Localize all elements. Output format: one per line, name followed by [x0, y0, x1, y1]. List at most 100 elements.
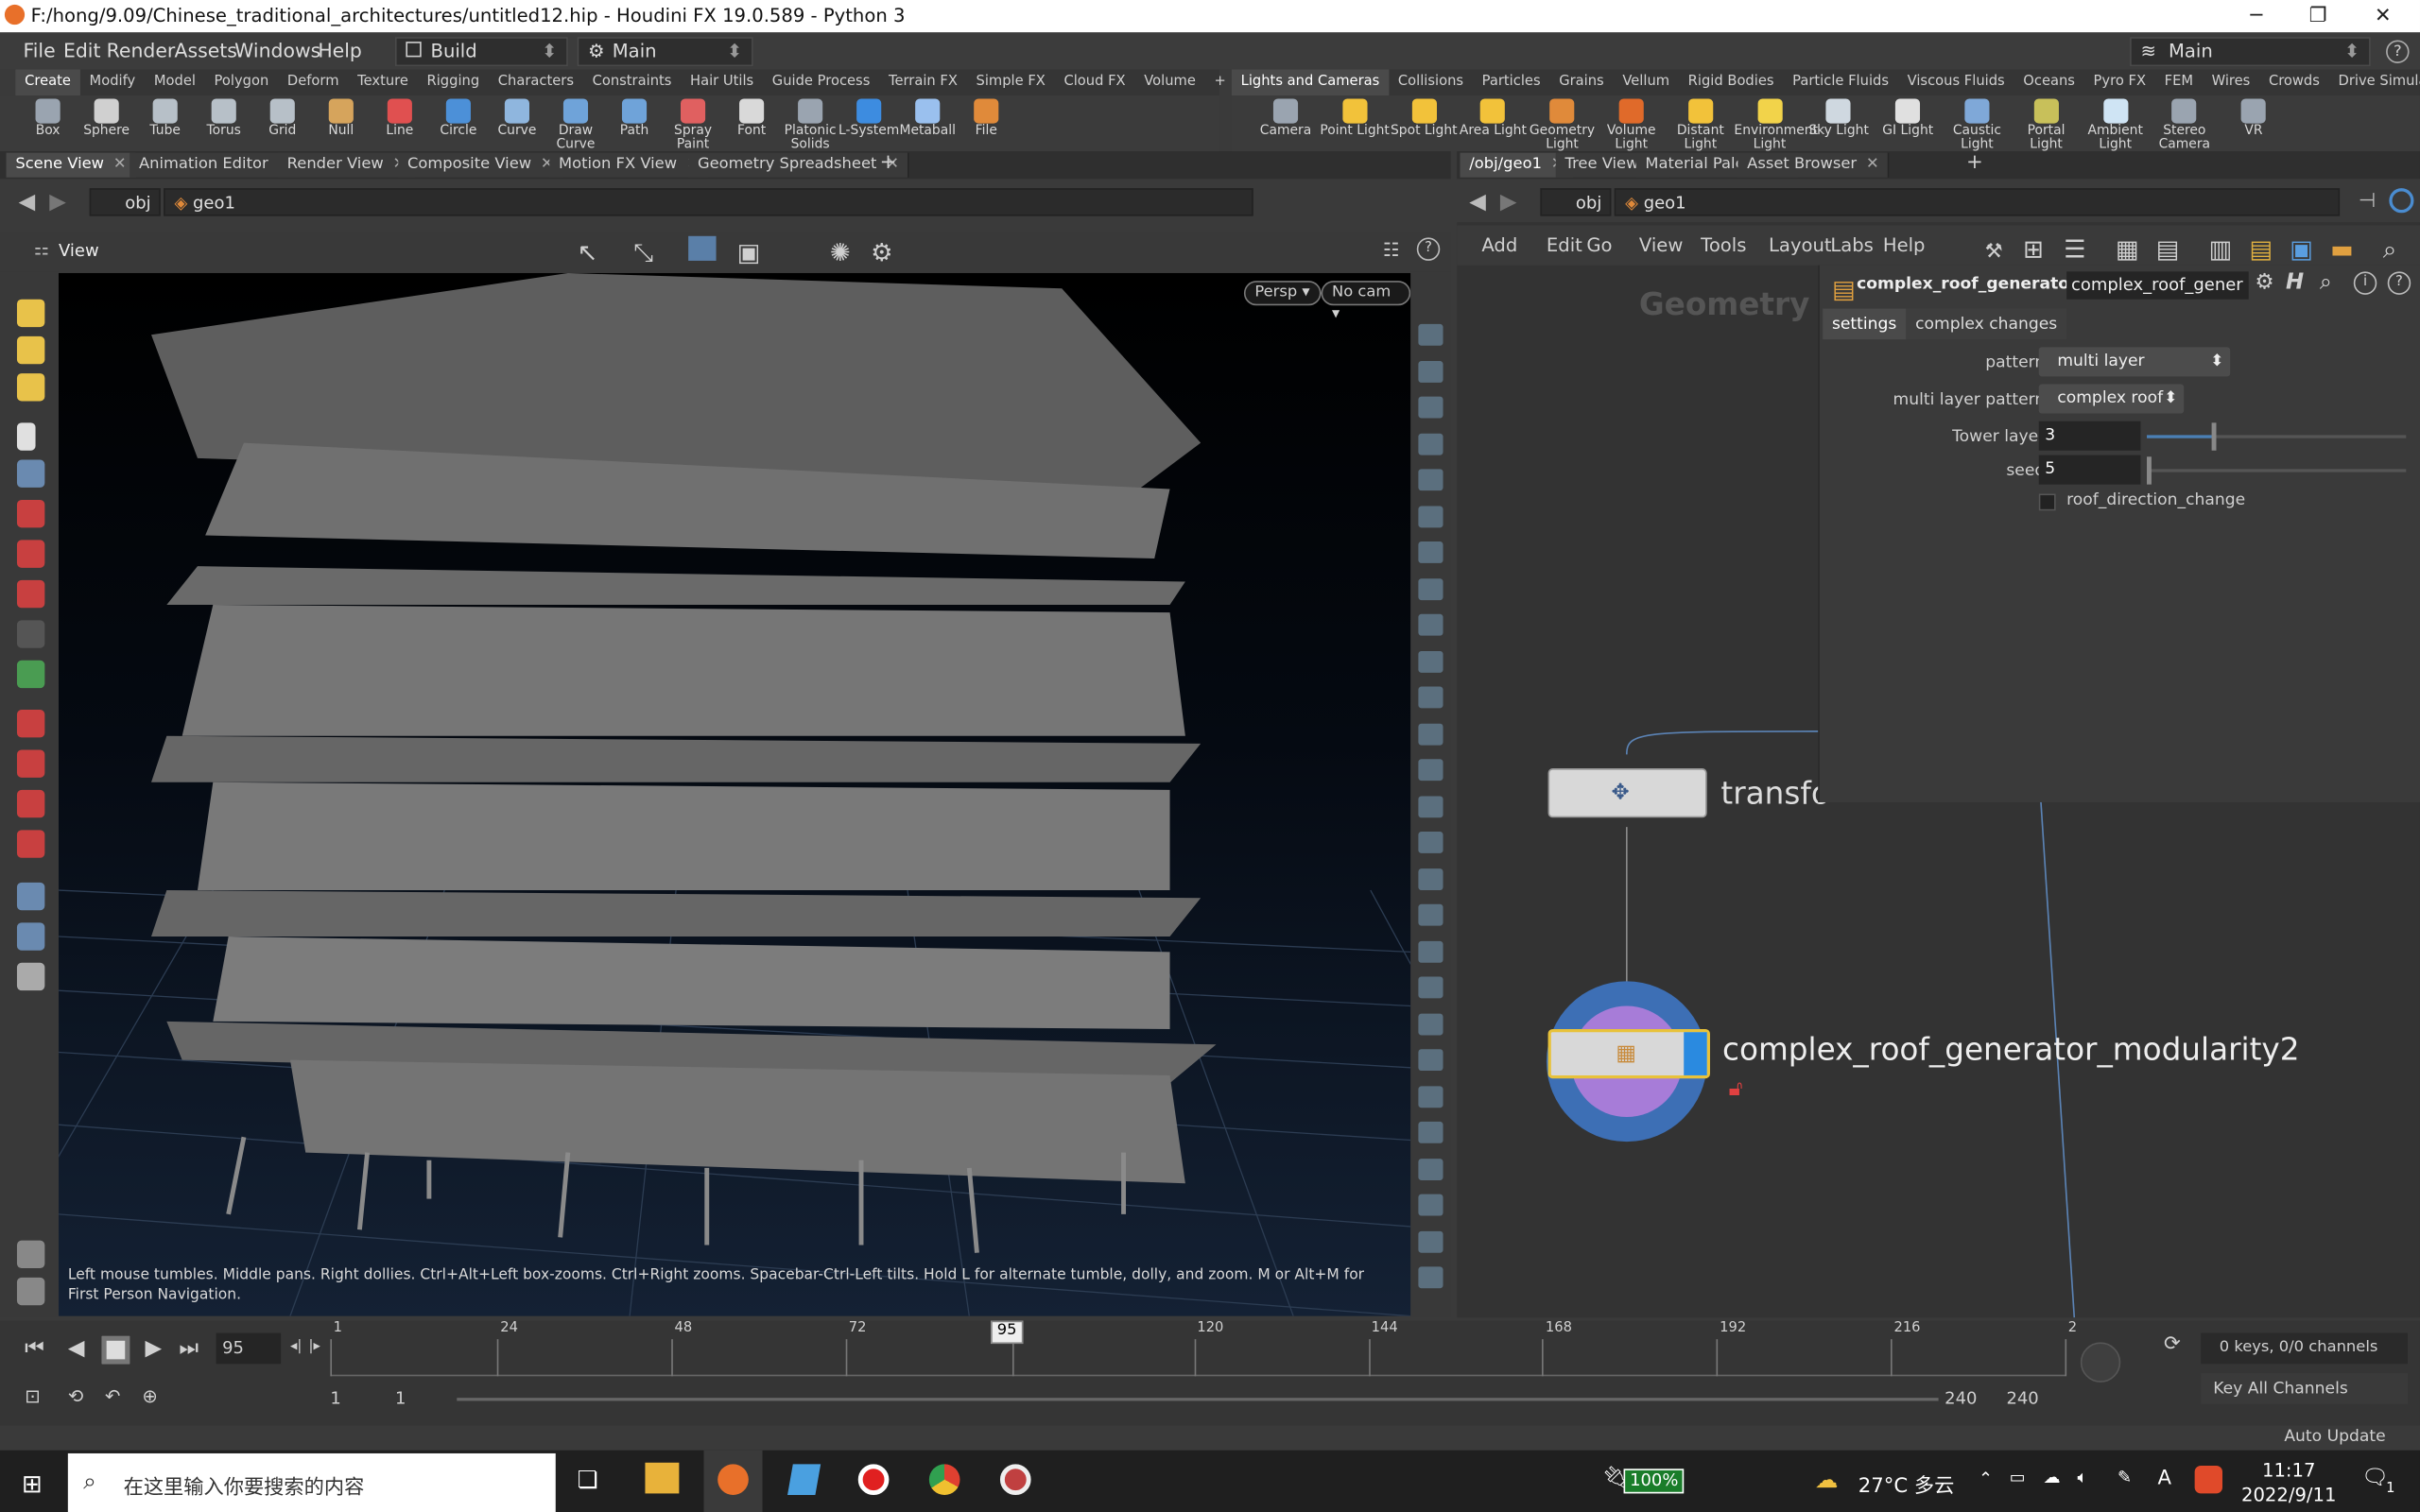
frame-marker[interactable]: 95	[991, 1320, 1024, 1345]
geo-tool-icon[interactable]	[16, 660, 45, 689]
stop-icon[interactable]	[101, 1335, 130, 1365]
select-arrow-icon[interactable]	[16, 422, 36, 451]
maximize-button[interactable]: ❐	[2288, 0, 2349, 32]
viewport-display-tool-icon[interactable]	[1418, 1194, 1443, 1216]
minimize-button[interactable]: ─	[2225, 0, 2287, 32]
menu-render[interactable]: Render	[107, 39, 176, 61]
seed-slider[interactable]	[2147, 456, 2407, 485]
music-app-icon[interactable]	[999, 1464, 1031, 1496]
snap-mult-icon[interactable]	[16, 830, 45, 858]
display-icon[interactable]: ▣	[737, 237, 761, 266]
clock-date[interactable]: 2022/9/11	[2241, 1485, 2337, 1506]
shelf-tab-guide-process[interactable]: Guide Process	[763, 69, 879, 95]
shelf-tab-oceans[interactable]: Oceans	[2014, 69, 2084, 95]
tray-network-icon[interactable]: ▭	[2010, 1468, 2026, 1487]
select-icon[interactable]: ↖	[578, 237, 598, 266]
path-geo[interactable]: ◈ geo1	[164, 188, 1253, 216]
tree-icon[interactable]: ⊞	[2023, 234, 2044, 264]
view-tool-icon[interactable]	[16, 373, 45, 402]
image-icon[interactable]: ▣	[2290, 234, 2313, 264]
viewport-display-tool-icon[interactable]	[1418, 903, 1443, 926]
tower-layer-field[interactable]: 3	[2038, 421, 2141, 451]
shelf-tab-modify[interactable]: Modify	[80, 69, 145, 95]
view-menu-icon[interactable]: ⚏	[34, 239, 49, 259]
shelf-tab-wires[interactable]: Wires	[2203, 69, 2259, 95]
search-icon[interactable]: ⌕	[2320, 270, 2332, 295]
sound-icon[interactable]: ⟲	[68, 1385, 83, 1407]
net-path-obj[interactable]: obj	[1540, 188, 1612, 216]
link-icon[interactable]	[2389, 188, 2414, 214]
search-icon[interactable]: ⌕	[2383, 234, 2397, 264]
path-obj[interactable]: obj	[89, 188, 161, 216]
houdini-task-icon[interactable]	[703, 1450, 763, 1512]
tool-camera[interactable]: Camera	[1250, 95, 1321, 139]
tool-point-light[interactable]: Point Light	[1320, 95, 1391, 139]
snap-grid-icon[interactable]	[16, 710, 45, 738]
viewport-display-tool-icon[interactable]	[1418, 432, 1443, 455]
desktop-dropdown-main[interactable]: ⚙ Main ⬍	[577, 37, 753, 67]
recorder-icon[interactable]	[857, 1464, 890, 1496]
shelf-tab-vellum[interactable]: Vellum	[1614, 69, 1679, 95]
tower-layer-slider[interactable]	[2147, 422, 2407, 451]
viewport-display-tool-icon[interactable]	[1418, 976, 1443, 999]
shelf-tab-volume[interactable]: Volume	[1134, 69, 1204, 95]
scene-viewport[interactable]: Persp ▾ No cam ▾ Left mouse tumbles. Mid…	[59, 272, 1411, 1316]
viewport-display-tool-icon[interactable]	[1418, 1012, 1443, 1035]
shelf-tab-particles[interactable]: Particles	[1473, 69, 1550, 95]
play-icon[interactable]: ▶	[145, 1336, 162, 1361]
sun-icon[interactable]: ✺	[830, 237, 851, 266]
viewport-display-tool-icon[interactable]	[1418, 650, 1443, 673]
tab-settings[interactable]: settings	[1823, 308, 1907, 340]
jump-start-icon[interactable]: ⏮	[25, 1336, 44, 1361]
camera-menu[interactable]: No cam ▾	[1321, 281, 1411, 322]
viewport-display-tool-icon[interactable]	[1418, 686, 1443, 709]
tool-volume-light[interactable]: Volume Light	[1596, 95, 1667, 152]
tool-environment-light[interactable]: Environment Light	[1734, 95, 1818, 152]
desktop-dropdown-right[interactable]: ≋ Main ⬍	[2130, 37, 2371, 67]
camera-tool-icon[interactable]	[16, 882, 45, 911]
menu-help[interactable]: Help	[318, 39, 362, 61]
file-explorer-icon[interactable]	[645, 1462, 680, 1494]
viewport-display-tool-icon[interactable]	[1418, 469, 1443, 491]
forward-arrow-icon[interactable]: ▶	[49, 190, 66, 215]
record-icon[interactable]	[16, 1240, 45, 1269]
tool-gi-light[interactable]: GI Light	[1873, 95, 1944, 139]
chrome-icon[interactable]	[928, 1464, 960, 1496]
handle-icon[interactable]	[16, 299, 45, 328]
viewport-display-tool-icon[interactable]	[1418, 868, 1443, 890]
range-slider[interactable]	[457, 1398, 1939, 1401]
gear-icon[interactable]: ⚙	[871, 237, 892, 266]
back-arrow-icon[interactable]: ◀	[1469, 190, 1486, 215]
viewport-display-tool-icon[interactable]	[1418, 1266, 1443, 1289]
windows-start-icon[interactable]: ⊞	[22, 1469, 43, 1498]
jump-end-icon[interactable]: ⏭	[179, 1336, 199, 1361]
viewport-display-tool-icon[interactable]	[1418, 577, 1443, 600]
viewport-display-tool-icon[interactable]	[1418, 795, 1443, 817]
desktop-dropdown-build[interactable]: Build ⬍	[394, 37, 568, 67]
ime-indicator[interactable]: A	[2157, 1468, 2171, 1490]
viewport-display-tool-icon[interactable]	[1418, 831, 1443, 853]
net-menu-help[interactable]: Help	[1883, 234, 1926, 256]
tray-chevron-icon[interactable]: ⌃	[1979, 1469, 1993, 1488]
tool-sky-light[interactable]: Sky Light	[1804, 95, 1875, 139]
info-icon[interactable]: i	[2353, 271, 2377, 295]
viewport-toolbar-icons[interactable]: ↖ ⤡ ▣ ✺ ⚙	[574, 235, 898, 266]
add-tab-icon[interactable]: +	[880, 151, 897, 174]
viewport-help-icon[interactable]: ?	[1416, 237, 1441, 261]
range-end-field[interactable]: 240	[2006, 1385, 2062, 1413]
snap-icon[interactable]	[688, 235, 717, 261]
parameters-icon[interactable]: ▥	[2209, 234, 2233, 264]
range-start-field[interactable]: 1	[330, 1385, 386, 1413]
shelf-tab-cloud-fx[interactable]: Cloud FX	[1055, 69, 1135, 95]
transform-icon[interactable]: ⤡	[633, 237, 653, 266]
viewport-display-tool-icon[interactable]	[1418, 505, 1443, 527]
shelf-tab-crowds[interactable]: Crowds	[2259, 69, 2329, 95]
notification-icon[interactable]: 🗨︎	[2361, 1466, 2389, 1490]
shelf-tab-collisions[interactable]: Collisions	[1389, 69, 1473, 95]
hda-help-icon[interactable]: H	[2286, 270, 2304, 295]
scale-icon[interactable]	[16, 579, 45, 609]
shelf-tab-terrain-fx[interactable]: Terrain FX	[879, 69, 967, 95]
wrench-icon[interactable]: ⚒	[1985, 241, 2003, 264]
viewport-display-tool-icon[interactable]	[1418, 360, 1443, 383]
weather-text[interactable]: 27°C 多云	[1858, 1469, 1955, 1498]
